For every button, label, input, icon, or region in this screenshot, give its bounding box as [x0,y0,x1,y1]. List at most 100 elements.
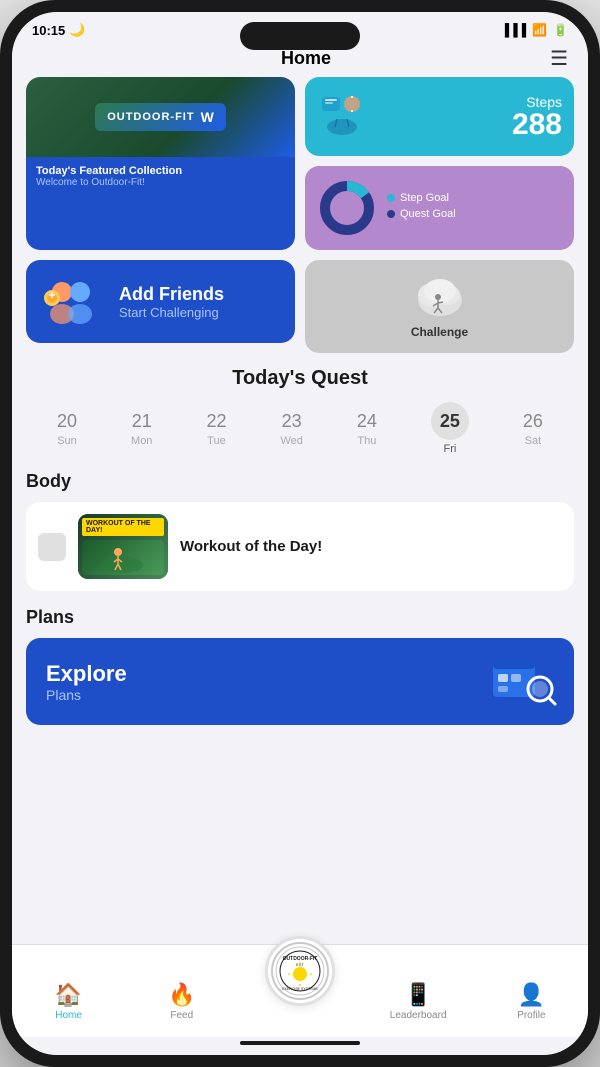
caption-subtitle: Welcome to Outdoor-Fit! [36,177,285,188]
plans-card-title: Explore [46,661,488,687]
wifi-icon: 📶 [532,23,547,37]
cal-day-label-fri: Fri [444,443,457,455]
phone-frame: 10:15 🌙 ▐▐▐ 📶 🔋 Home ☰ [0,0,600,1067]
cal-day-num-23: 23 [282,411,302,432]
body-title: Body [26,471,574,492]
step-goal-dot [387,194,395,202]
cal-day-num-24: 24 [357,411,377,432]
steps-illustration-icon [317,89,367,139]
cal-day-label-sat: Sat [525,435,542,447]
body-section: Body WORKOUT OF THE DAY! [26,471,574,591]
battery-icon: 🔋 [553,23,568,37]
quest-goal-dot [387,210,395,218]
quest-title: Today's Quest [26,367,574,390]
cal-day-sat[interactable]: 26 Sat [523,411,543,447]
steps-info: Steps 288 [444,94,563,140]
nav-badge-icon: OUTDOOR-FIT EST EXERCISE SYSTEMS [275,946,325,996]
plans-title: Plans [26,607,574,628]
top-cards-grid: OUTDOOR-FIT W Today's Featured Collectio… [26,77,574,250]
home-label: Home [55,1010,82,1021]
home-indicator-bar [12,1037,588,1055]
add-friends-text: Add Friends Start Challenging [119,284,224,320]
cal-day-sun[interactable]: 20 Sun [57,411,77,447]
cal-day-num-26: 26 [523,411,543,432]
nav-item-leaderboard[interactable]: 📱 Leaderboard [388,982,448,1021]
workout-image-preview [82,540,164,575]
menu-button[interactable]: ☰ [550,46,568,71]
cal-day-tue[interactable]: 22 Tue [206,411,226,447]
cal-day-num-21: 21 [132,411,152,432]
donut-chart [317,178,377,238]
profile-icon: 👤 [518,982,545,1008]
workout-name: Workout of the Day! [180,538,322,555]
bottom-nav: 🏠 Home 🔥 Feed OUTDOOR-FIT EST [12,944,588,1037]
signal-icon: ▐▐▐ [501,23,527,37]
featured-card[interactable]: OUTDOOR-FIT W Today's Featured Collectio… [26,77,295,250]
dynamic-island [240,22,360,50]
plans-card[interactable]: Explore Plans [26,638,574,725]
wi-logo: W [201,109,214,125]
friends-challenge-row: Add Friends Start Challenging [26,260,574,353]
quest-section: Today's Quest 20 Sun 21 Mon 22 Tue [26,367,574,455]
quest-goal-label: Quest Goal [400,208,456,220]
right-column: Steps 288 [305,77,574,250]
cal-day-fri[interactable]: 25 Fri [431,402,469,455]
nav-item-home[interactable]: 🏠 Home [39,982,99,1021]
cal-day-mon[interactable]: 21 Mon [131,411,152,447]
profile-label: Profile [517,1010,545,1021]
featured-image: OUTDOOR-FIT W [26,77,295,157]
home-icon: 🏠 [55,982,82,1008]
status-bar: 10:15 🌙 ▐▐▐ 📶 🔋 [12,12,588,38]
cal-day-wed[interactable]: 23 Wed [280,411,302,447]
friends-illustration [42,274,107,329]
page-title: Home [62,48,550,69]
workout-thumbnail: WORKOUT OF THE DAY! [78,514,168,579]
cal-day-label-wed: Wed [280,435,302,447]
workout-checkbox[interactable] [38,533,66,561]
logo-text: OUTDOOR-FIT [107,111,194,123]
workout-badge: WORKOUT OF THE DAY! [82,518,164,536]
steps-card[interactable]: Steps 288 [305,77,574,156]
workout-card[interactable]: WORKOUT OF THE DAY! [26,502,574,591]
outdoor-fit-logo: OUTDOOR-FIT W [95,103,226,131]
nav-item-feed[interactable]: 🔥 Feed [152,982,212,1021]
add-friends-subtitle: Start Challenging [119,305,224,320]
nav-center-badge[interactable]: OUTDOOR-FIT EST EXERCISE SYSTEMS [265,936,335,1006]
step-goal-label: Step Goal [400,192,449,204]
nav-item-profile[interactable]: 👤 Profile [501,982,561,1021]
moon-icon: 🌙 [69,22,85,38]
cal-day-label-tue: Tue [207,435,226,447]
friends-illustration-icon [42,274,107,329]
featured-caption: Today's Featured Collection Welcome to O… [26,157,295,250]
feed-label: Feed [170,1010,193,1021]
plans-card-subtitle: Plans [46,687,488,703]
phone-screen: 10:15 🌙 ▐▐▐ 📶 🔋 Home ☰ [12,12,588,1055]
workout-thumb-content: WORKOUT OF THE DAY! [82,518,164,575]
challenge-card[interactable]: Challenge [305,260,574,353]
challenge-label: Challenge [411,325,468,339]
plans-card-text: Explore Plans [46,661,488,703]
status-left: 10:15 🌙 [32,22,85,38]
time-display: 10:15 [32,23,65,38]
leaderboard-icon: 📱 [404,982,431,1008]
bottom-spacer [26,741,574,751]
svg-text:EXERCISE SYSTEMS: EXERCISE SYSTEMS [282,987,318,991]
quest-goal-legend: Quest Goal [387,208,562,220]
cal-day-num-22: 22 [206,411,226,432]
outdoor-fit-nav-badge: OUTDOOR-FIT EST EXERCISE SYSTEMS [271,942,329,1000]
steps-count: 288 [444,110,563,140]
cal-day-num-20: 20 [57,411,77,432]
challenge-illustration-icon [410,275,470,320]
leaderboard-label: Leaderboard [390,1010,447,1021]
status-right: ▐▐▐ 📶 🔋 [501,23,568,37]
scroll-content: OUTDOOR-FIT W Today's Featured Collectio… [12,77,588,944]
goals-card[interactable]: Step Goal Quest Goal [305,166,574,250]
cal-day-thu[interactable]: 24 Thu [357,411,377,447]
add-friends-card[interactable]: Add Friends Start Challenging [26,260,295,343]
calendar-strip: 20 Sun 21 Mon 22 Tue 23 Wed [26,402,574,455]
cal-day-label-mon: Mon [131,435,152,447]
step-goal-legend: Step Goal [387,192,562,204]
cal-day-label-sun: Sun [57,435,77,447]
plans-section: Plans Explore Plans [26,607,574,725]
add-friends-title: Add Friends [119,284,224,305]
